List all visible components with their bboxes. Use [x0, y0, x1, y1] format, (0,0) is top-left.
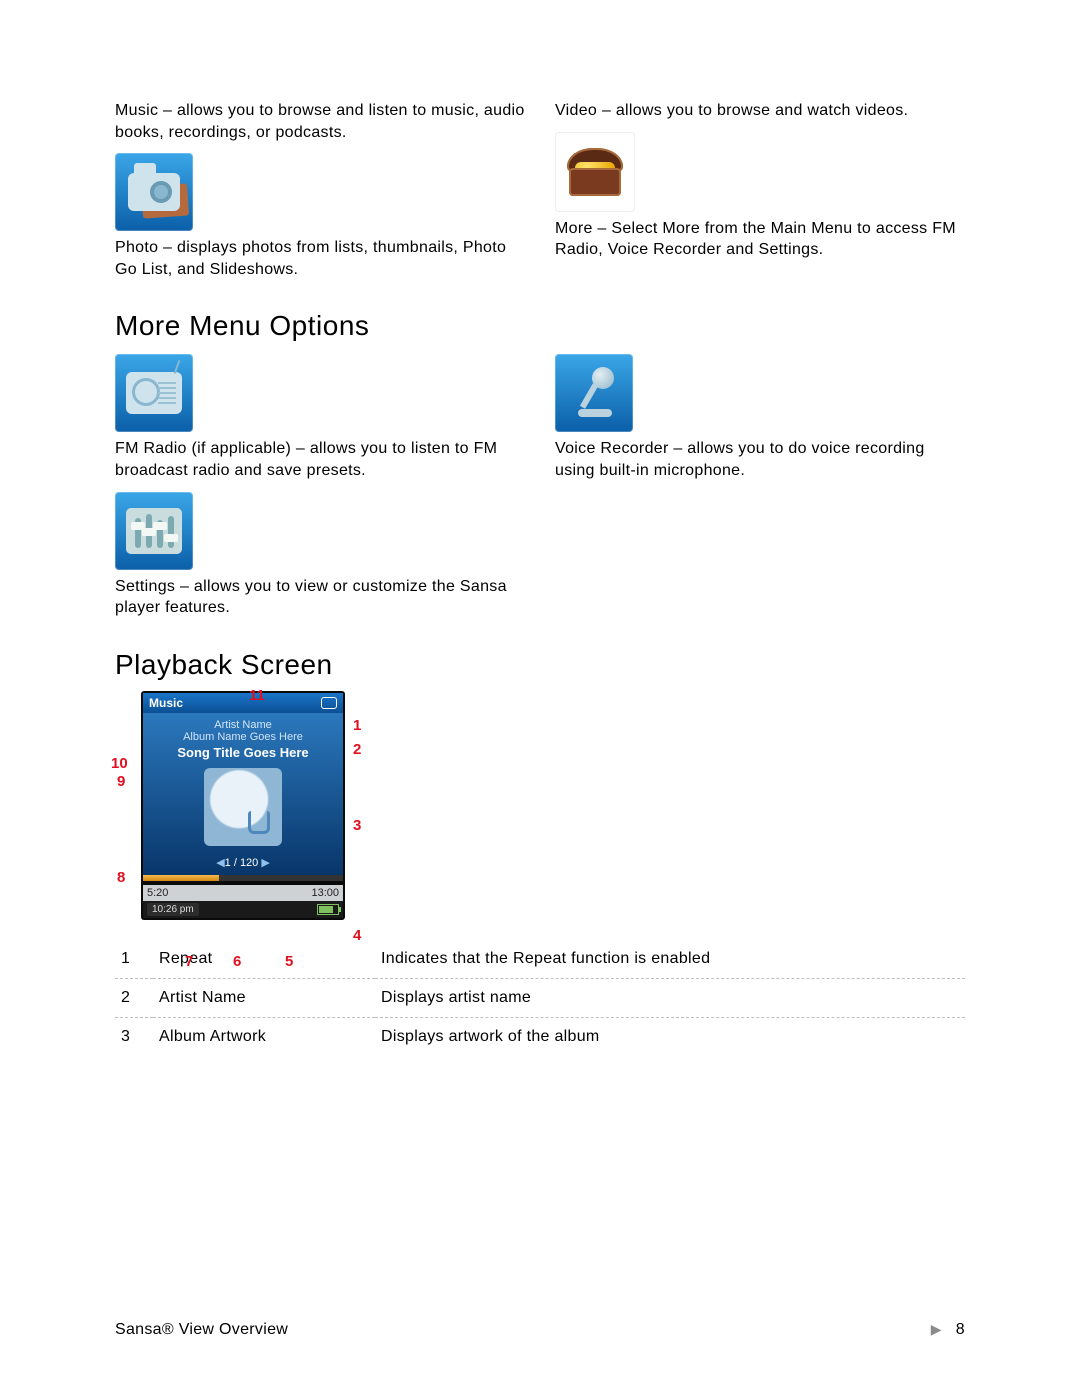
term-voice-recorder: Voice Recorder — [555, 440, 669, 457]
playback-device: Music Artist Name Album Name Goes Here S… — [141, 691, 345, 920]
playback-artist: Artist Name — [147, 719, 339, 731]
page-arrow-icon: ▶ — [931, 1321, 942, 1337]
time-elapsed: 5:20 — [147, 887, 168, 899]
photo-icon — [115, 153, 193, 231]
term-fm-suffix: (if applicable) — [187, 440, 291, 457]
main-menu-descriptions: Music – allows you to browse and listen … — [115, 100, 965, 280]
table-row: 2 Artist Name Displays artist name — [115, 978, 965, 1017]
page-number: 8 — [956, 1321, 965, 1338]
legend-key: Artist Name — [153, 978, 375, 1017]
footer-page: ▶8 — [931, 1321, 965, 1339]
entry-settings: Settings – allows you to view or customi… — [115, 576, 525, 619]
callout-6: 6 — [233, 953, 241, 970]
mic-icon — [555, 354, 633, 432]
more-col-left: FM Radio (if applicable) – allows you to… — [115, 350, 525, 618]
callout-2: 2 — [353, 741, 361, 758]
entry-music: Music – allows you to browse and listen … — [115, 100, 525, 143]
callout-8: 8 — [117, 869, 125, 886]
callout-4: 4 — [353, 927, 361, 944]
footer-title: Sansa® View Overview — [115, 1321, 288, 1339]
callout-1: 1 — [353, 717, 361, 734]
legend-num: 2 — [115, 978, 153, 1017]
table-row: 1 Repeat Indicates that the Repeat funct… — [115, 940, 965, 979]
entry-fm-radio: FM Radio (if applicable) – allows you to… — [115, 438, 525, 481]
playback-times: 5:20 13:00 — [143, 885, 343, 901]
term-settings: Settings — [115, 578, 175, 595]
table-row: 3 Album Artwork Displays artwork of the … — [115, 1017, 965, 1056]
playback-header: Music — [149, 696, 183, 710]
playback-title-bar: Music — [143, 693, 343, 713]
playback-song: Song Title Goes Here — [147, 745, 339, 760]
playback-diagram: 11 1 2 3 4 5 6 7 8 9 10 Music Artist Nam… — [111, 691, 371, 920]
callout-9: 9 — [117, 773, 125, 790]
callout-3: 3 — [353, 817, 361, 834]
term-video: Video — [555, 102, 597, 119]
album-art-icon — [204, 768, 282, 846]
term-music: Music — [115, 102, 158, 119]
playback-body: Artist Name Album Name Goes Here Song Ti… — [143, 713, 343, 875]
callout-5: 5 — [285, 953, 293, 970]
more-col-right: Voice Recorder – allows you to do voice … — [555, 350, 965, 618]
main-menu-col-right: Video – allows you to browse and watch v… — [555, 100, 965, 280]
desc-photo: – displays photos from lists, thumbnails… — [115, 239, 506, 278]
legend-num: 1 — [115, 940, 153, 979]
legend-val: Indicates that the Repeat function is en… — [375, 940, 965, 979]
heading-more-menu: More Menu Options — [115, 310, 965, 342]
legend-val: Displays artwork of the album — [375, 1017, 965, 1056]
desc-music: – allows you to browse and listen to mus… — [115, 102, 525, 141]
playback-legend-table: 1 Repeat Indicates that the Repeat funct… — [115, 940, 965, 1056]
page: Music – allows you to browse and listen … — [0, 0, 1080, 1397]
playback-album: Album Name Goes Here — [147, 731, 339, 743]
playback-counter: 1 / 120 — [147, 856, 339, 869]
more-icon — [555, 132, 635, 212]
entry-photo: Photo – displays photos from lists, thum… — [115, 237, 525, 280]
main-menu-col-left: Music – allows you to browse and listen … — [115, 100, 525, 280]
callout-7: 7 — [185, 953, 193, 970]
progress-bar — [143, 875, 343, 881]
playback-status-bar: 10:26 pm — [143, 901, 343, 918]
legend-key: Album Artwork — [153, 1017, 375, 1056]
repeat-icon — [321, 697, 337, 709]
term-photo: Photo — [115, 239, 158, 256]
heading-playback: Playback Screen — [115, 649, 965, 681]
entry-video: Video – allows you to browse and watch v… — [555, 100, 965, 122]
desc-video: – allows you to browse and watch videos. — [597, 102, 908, 119]
battery-icon — [317, 904, 339, 915]
term-fm-radio: FM Radio — [115, 440, 187, 457]
settings-icon — [115, 492, 193, 570]
desc-more: – Select More from the Main Menu to acce… — [555, 220, 956, 259]
callout-11: 11 — [249, 687, 265, 704]
playback-clock: 10:26 pm — [147, 903, 199, 916]
legend-val: Displays artist name — [375, 978, 965, 1017]
entry-more: More – Select More from the Main Menu to… — [555, 218, 965, 261]
page-footer: Sansa® View Overview ▶8 — [115, 1321, 965, 1339]
callout-10: 10 — [111, 755, 128, 772]
more-menu-descriptions: FM Radio (if applicable) – allows you to… — [115, 350, 965, 618]
term-more: More — [555, 220, 593, 237]
entry-voice-recorder: Voice Recorder – allows you to do voice … — [555, 438, 965, 481]
legend-num: 3 — [115, 1017, 153, 1056]
time-total: 13:00 — [311, 887, 339, 899]
radio-icon — [115, 354, 193, 432]
